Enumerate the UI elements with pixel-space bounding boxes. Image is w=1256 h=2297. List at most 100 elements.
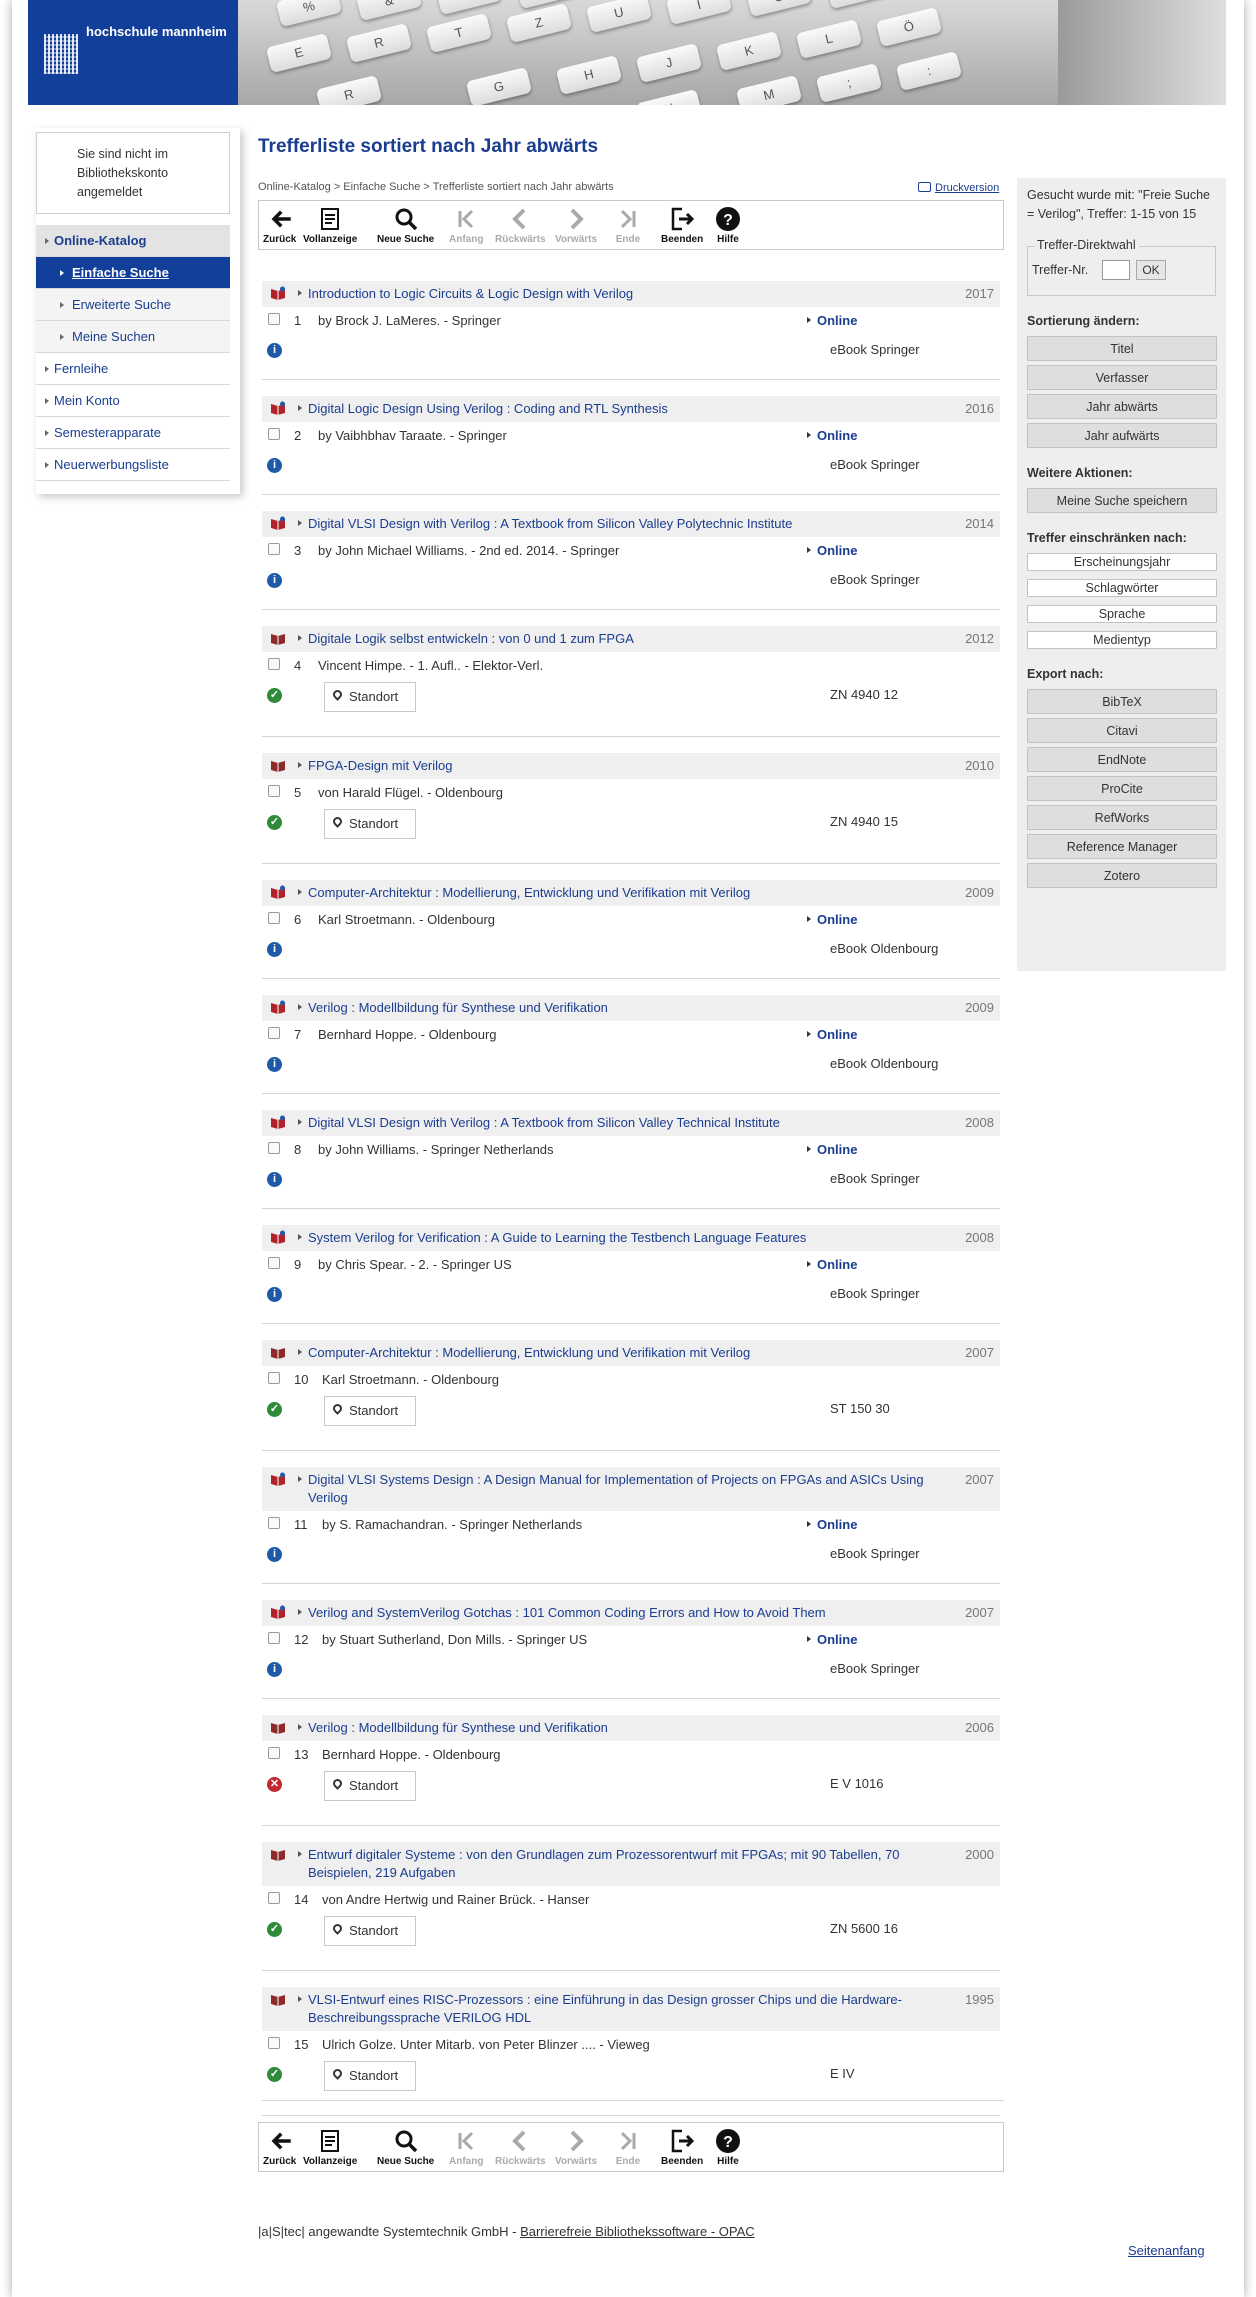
result-checkbox[interactable] — [268, 428, 280, 440]
result-title[interactable]: Introduction to Logic Circuits & Logic D… — [308, 286, 633, 301]
result-title-bar[interactable]: Verilog and SystemVerilog Gotchas : 101 … — [262, 1600, 1000, 1626]
toolbar-document-button[interactable]: Vollanzeige — [303, 206, 357, 245]
hit-number-ok-button[interactable]: OK — [1136, 260, 1166, 280]
result-title-bar[interactable]: Verilog : Modellbildung für Synthese und… — [262, 995, 1000, 1021]
result-checkbox[interactable] — [268, 543, 280, 555]
result-title-bar[interactable]: FPGA-Design mit Verilog 2010 — [262, 753, 1000, 779]
result-checkbox[interactable] — [268, 1372, 280, 1384]
result-title[interactable]: FPGA-Design mit Verilog — [308, 758, 453, 773]
result-title-bar[interactable]: Digital VLSI Design with Verilog : A Tex… — [262, 1110, 1000, 1136]
result-checkbox[interactable] — [268, 1517, 280, 1529]
standort-button[interactable]: Standort — [324, 809, 416, 839]
info-icon[interactable]: i — [267, 1662, 282, 1677]
result-title-bar[interactable]: Introduction to Logic Circuits & Logic D… — [262, 281, 1000, 307]
result-title[interactable]: VLSI-Entwurf eines RISC-Prozessors : ein… — [308, 1992, 902, 2025]
result-title[interactable]: Verilog : Modellbildung für Synthese und… — [308, 1720, 608, 1735]
result-checkbox[interactable] — [268, 785, 280, 797]
footer-opac-link[interactable]: Barrierefreie Bibliothekssoftware - OPAC — [520, 2224, 755, 2239]
toolbar-exit-button[interactable]: Beenden — [661, 2128, 703, 2167]
toolbar-arrow-left-button[interactable]: Zurück — [263, 206, 296, 245]
result-title[interactable]: Computer-Architektur : Modellierung, Ent… — [308, 885, 750, 900]
result-title[interactable]: Digitale Logik selbst entwickeln : von 0… — [308, 631, 634, 646]
result-title-bar[interactable]: Entwurf digitaler Systeme : von den Grun… — [262, 1842, 1000, 1886]
result-checkbox[interactable] — [268, 313, 280, 325]
nav-online-katalog[interactable]: Online-Katalog — [36, 225, 230, 257]
standort-button[interactable]: Standort — [324, 1771, 416, 1801]
result-title-bar[interactable]: System Verilog for Verification : A Guid… — [262, 1225, 1000, 1251]
info-icon[interactable]: i — [267, 942, 282, 957]
sort-author-button[interactable]: Verfasser — [1027, 365, 1217, 390]
result-title[interactable]: Digital VLSI Systems Design : A Design M… — [308, 1472, 924, 1505]
save-search-button[interactable]: Meine Suche speichern — [1027, 488, 1217, 513]
online-link[interactable]: Online — [806, 1511, 857, 1539]
info-icon[interactable]: i — [267, 573, 282, 588]
export-refmanager-button[interactable]: Reference Manager — [1027, 834, 1217, 859]
nav-fernleihe[interactable]: Fernleihe — [36, 353, 230, 385]
result-title[interactable]: System Verilog for Verification : A Guid… — [308, 1230, 806, 1245]
result-title-bar[interactable]: Digital VLSI Design with Verilog : A Tex… — [262, 511, 1000, 537]
export-refworks-button[interactable]: RefWorks — [1027, 805, 1217, 830]
standort-button[interactable]: Standort — [324, 682, 416, 712]
result-title-bar[interactable]: Computer-Architektur : Modellierung, Ent… — [262, 880, 1000, 906]
info-icon[interactable]: i — [267, 1057, 282, 1072]
result-title[interactable]: Digital VLSI Design with Verilog : A Tex… — [308, 516, 792, 531]
export-zotero-button[interactable]: Zotero — [1027, 863, 1217, 888]
result-title[interactable]: Entwurf digitaler Systeme : von den Grun… — [308, 1847, 900, 1880]
filter-mediatype-button[interactable]: Medientyp — [1027, 631, 1217, 649]
online-link[interactable]: Online — [806, 906, 857, 934]
sort-title-button[interactable]: Titel — [1027, 336, 1217, 361]
result-title-bar[interactable]: Digital Logic Design Using Verilog : Cod… — [262, 396, 1000, 422]
toolbar-help-button[interactable]: ? Hilfe — [715, 206, 741, 245]
result-checkbox[interactable] — [268, 2037, 280, 2049]
nav-einfache-suche[interactable]: Einfache Suche — [36, 257, 230, 289]
result-title[interactable]: Digital VLSI Design with Verilog : A Tex… — [308, 1115, 780, 1130]
online-link[interactable]: Online — [806, 537, 857, 565]
result-title-bar[interactable]: VLSI-Entwurf eines RISC-Prozessors : ein… — [262, 1987, 1000, 2031]
toolbar-document-button[interactable]: Vollanzeige — [303, 2128, 357, 2167]
toolbar-search-button[interactable]: Neue Suche — [377, 206, 434, 245]
standort-button[interactable]: Standort — [324, 1396, 416, 1426]
export-bibtex-button[interactable]: BibTeX — [1027, 689, 1217, 714]
info-icon[interactable]: i — [267, 1287, 282, 1302]
nav-meine-suchen[interactable]: Meine Suchen — [36, 321, 230, 353]
toolbar-exit-button[interactable]: Beenden — [661, 206, 703, 245]
toolbar-search-button[interactable]: Neue Suche — [377, 2128, 434, 2167]
result-title-bar[interactable]: Verilog : Modellbildung für Synthese und… — [262, 1715, 1000, 1741]
nav-erweiterte-suche[interactable]: Erweiterte Suche — [36, 289, 230, 321]
result-title-bar[interactable]: Digital VLSI Systems Design : A Design M… — [262, 1467, 1000, 1511]
info-icon[interactable]: i — [267, 458, 282, 473]
nav-semesterapparate[interactable]: Semesterapparate — [36, 417, 230, 449]
online-link[interactable]: Online — [806, 1626, 857, 1654]
export-endnote-button[interactable]: EndNote — [1027, 747, 1217, 772]
result-checkbox[interactable] — [268, 1632, 280, 1644]
online-link[interactable]: Online — [806, 422, 857, 450]
online-link[interactable]: Online — [806, 1136, 857, 1164]
result-title-bar[interactable]: Digitale Logik selbst entwickeln : von 0… — [262, 626, 1000, 652]
result-title-bar[interactable]: Computer-Architektur : Modellierung, Ent… — [262, 1340, 1000, 1366]
online-link[interactable]: Online — [806, 1021, 857, 1049]
info-icon[interactable]: i — [267, 1172, 282, 1187]
filter-year-button[interactable]: Erscheinungsjahr — [1027, 553, 1217, 571]
logo[interactable]: hochschule mannheim — [28, 0, 238, 105]
result-checkbox[interactable] — [268, 1747, 280, 1759]
sort-year-desc-button[interactable]: Jahr abwärts — [1027, 394, 1217, 419]
result-checkbox[interactable] — [268, 912, 280, 924]
info-icon[interactable]: i — [267, 1547, 282, 1562]
result-checkbox[interactable] — [268, 1027, 280, 1039]
result-checkbox[interactable] — [268, 658, 280, 670]
filter-language-button[interactable]: Sprache — [1027, 605, 1217, 623]
toolbar-arrow-left-button[interactable]: Zurück — [263, 2128, 296, 2167]
result-title[interactable]: Digital Logic Design Using Verilog : Cod… — [308, 401, 668, 416]
export-procite-button[interactable]: ProCite — [1027, 776, 1217, 801]
sort-year-asc-button[interactable]: Jahr aufwärts — [1027, 423, 1217, 448]
nav-mein-konto[interactable]: Mein Konto — [36, 385, 230, 417]
back-to-top-link[interactable]: Seitenanfang — [1128, 2243, 1205, 2258]
standort-button[interactable]: Standort — [324, 1916, 416, 1946]
result-title[interactable]: Verilog and SystemVerilog Gotchas : 101 … — [308, 1605, 826, 1620]
result-checkbox[interactable] — [268, 1142, 280, 1154]
nav-neuerwerbungsliste[interactable]: Neuerwerbungsliste — [36, 449, 230, 481]
online-link[interactable]: Online — [806, 1251, 857, 1279]
result-title[interactable]: Verilog : Modellbildung für Synthese und… — [308, 1000, 608, 1015]
result-checkbox[interactable] — [268, 1892, 280, 1904]
print-version-link[interactable]: Druckversion — [918, 182, 999, 194]
